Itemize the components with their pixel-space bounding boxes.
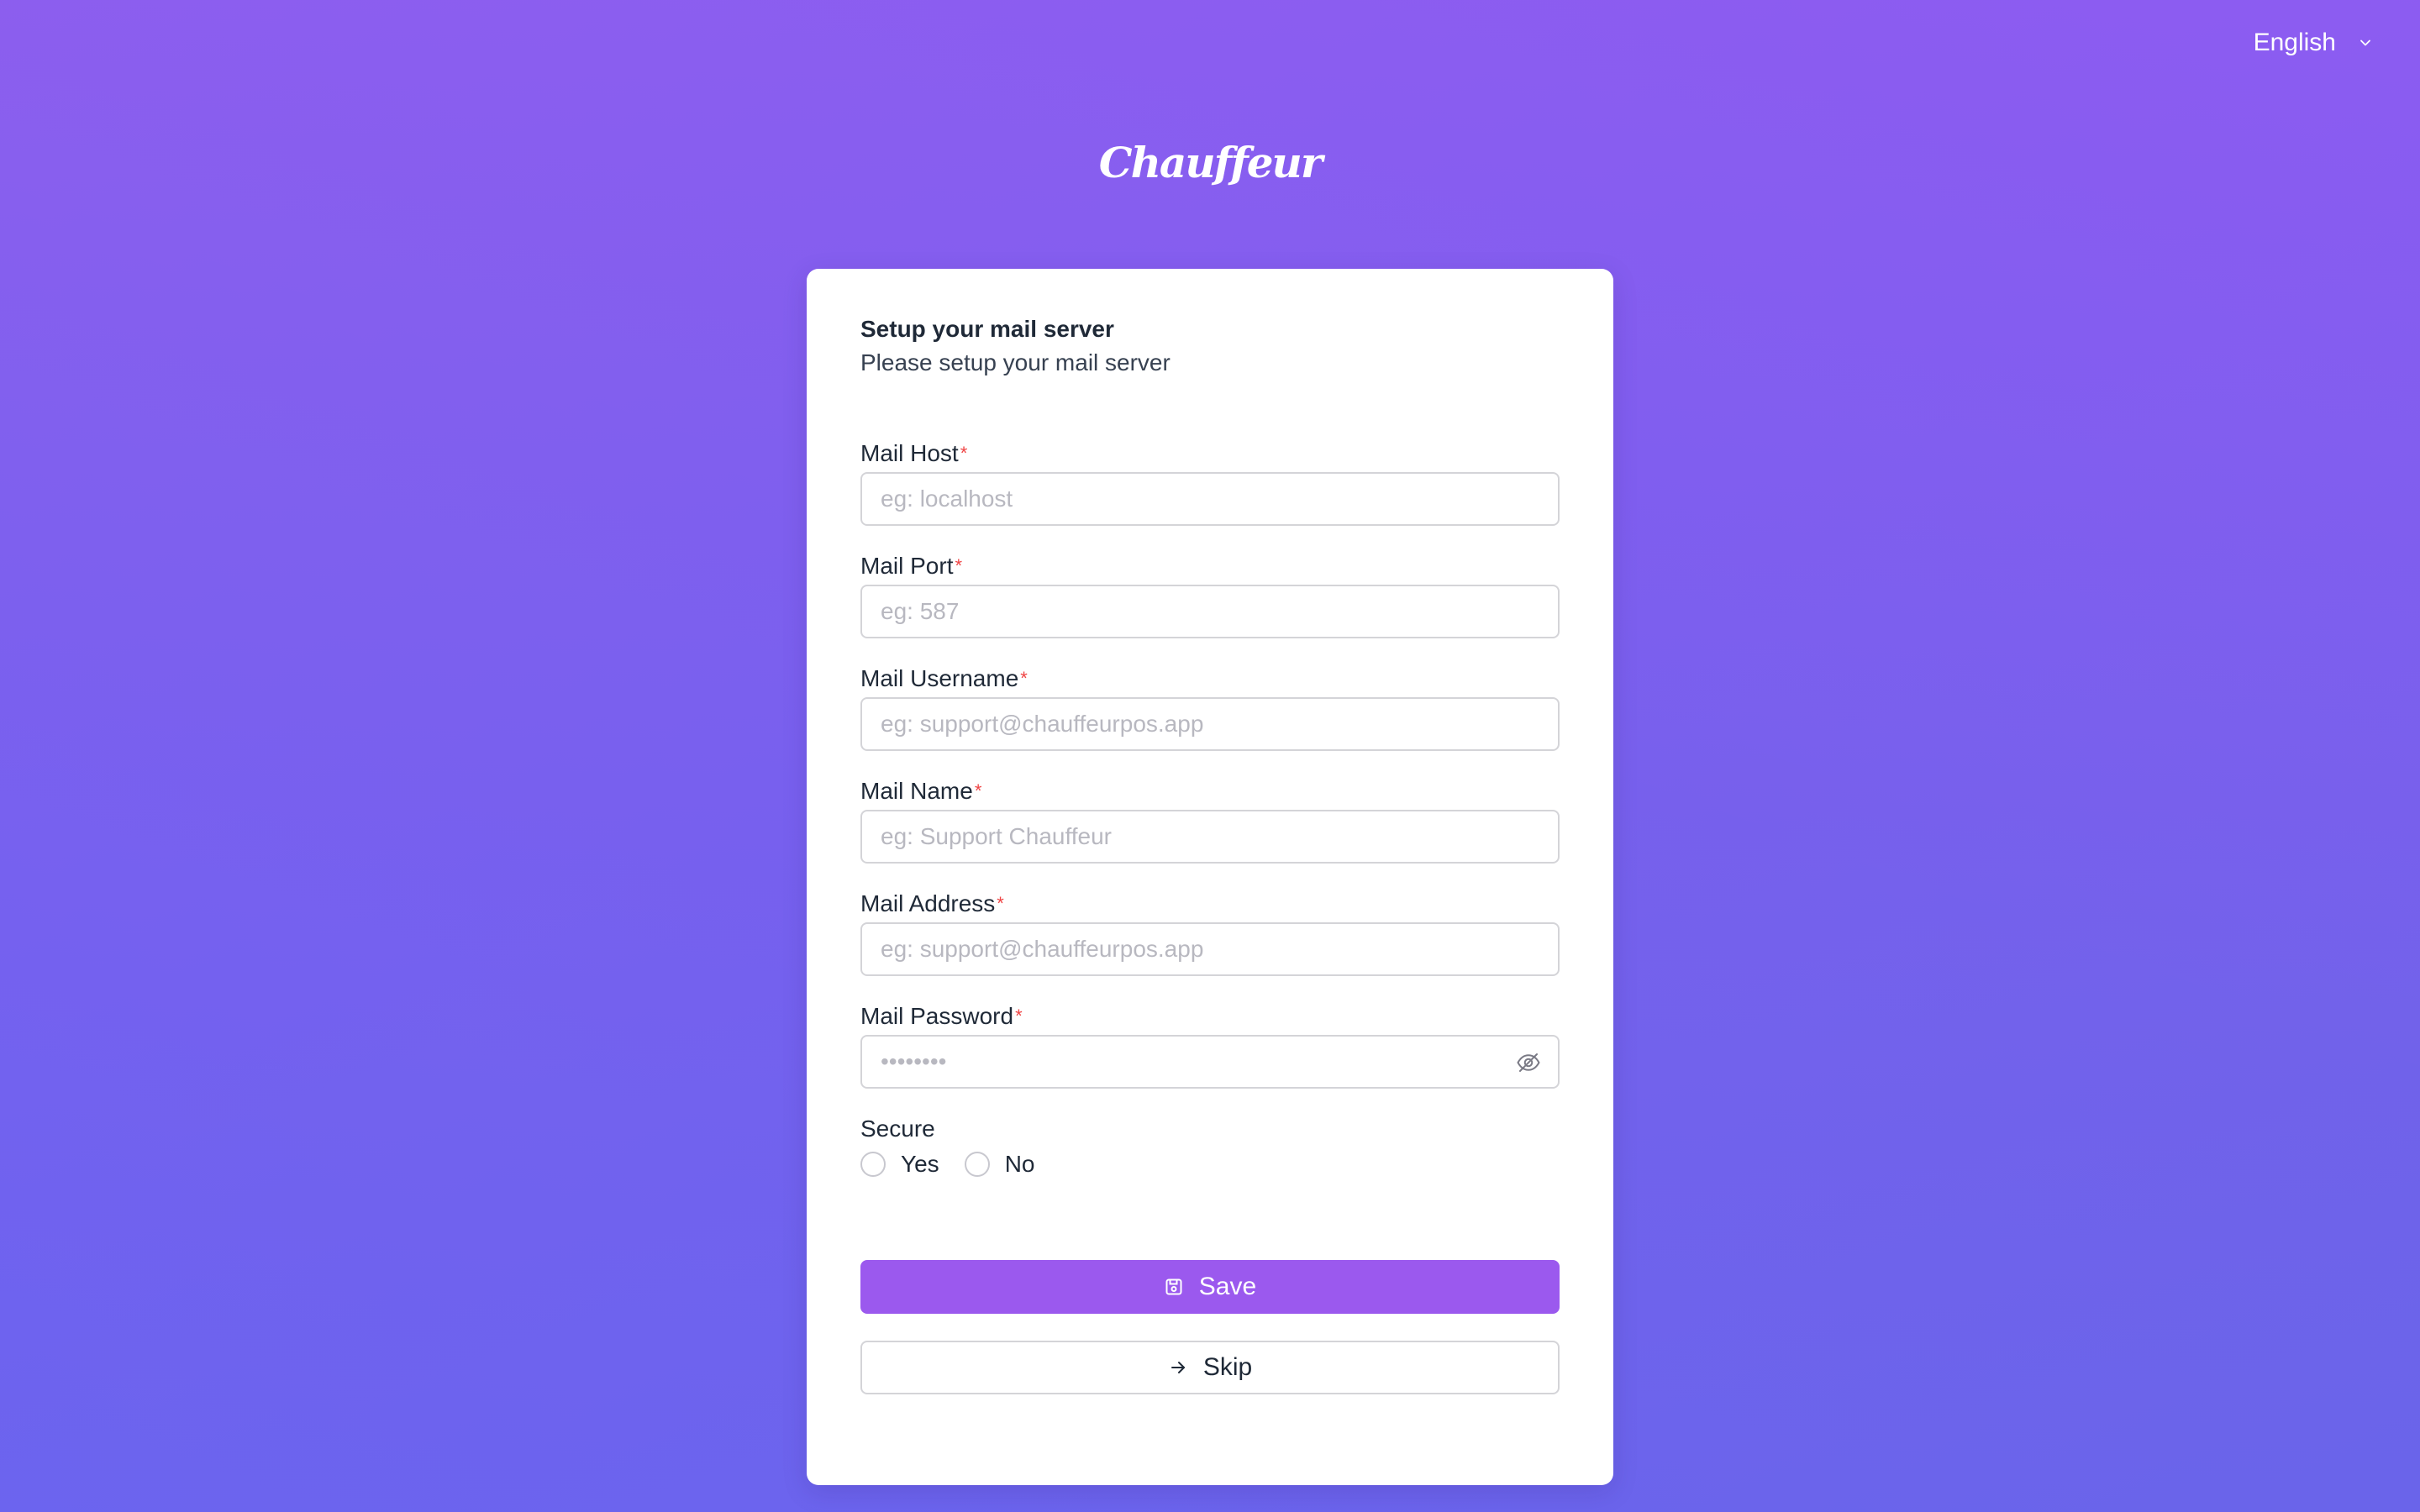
mail-host-label-text: Mail Host [860, 440, 959, 466]
mail-password-field: Mail Password* [860, 1001, 1560, 1089]
language-label: English [2253, 29, 2336, 56]
required-marker: * [1015, 1005, 1023, 1026]
setup-card: Setup your mail server Please setup your… [807, 269, 1613, 1485]
secure-no-radio[interactable]: No [964, 1151, 1035, 1178]
save-button[interactable]: Save [860, 1260, 1560, 1314]
skip-button[interactable]: Skip [860, 1341, 1560, 1394]
mail-port-input[interactable] [860, 585, 1560, 638]
save-button-label: Save [1198, 1273, 1257, 1300]
mail-address-label: Mail Address* [860, 889, 1560, 919]
required-marker: * [955, 555, 963, 576]
mail-host-input[interactable] [860, 472, 1560, 526]
secure-label: Secure [860, 1116, 935, 1142]
secure-no-label: No [1004, 1151, 1035, 1177]
mail-name-label: Mail Name* [860, 776, 1560, 806]
mail-username-label: Mail Username* [860, 664, 1560, 694]
secure-group: Secure Yes No [860, 1114, 1560, 1178]
mail-password-input[interactable] [860, 1035, 1560, 1089]
mail-host-label: Mail Host* [860, 438, 1560, 469]
mail-server-form: Mail Host* Mail Port* Mail Username* Mai… [860, 438, 1560, 1394]
mail-host-field: Mail Host* [860, 438, 1560, 526]
mail-port-input-wrap [860, 585, 1560, 638]
mail-name-label-text: Mail Name [860, 778, 973, 804]
mail-name-input-wrap [860, 810, 1560, 864]
language-selector[interactable]: English [2254, 29, 2371, 57]
mail-password-label: Mail Password* [860, 1001, 1560, 1032]
app-logo: Chauffeur [0, 138, 2420, 187]
mail-address-input-wrap [860, 922, 1560, 976]
mail-name-input[interactable] [860, 810, 1560, 864]
secure-yes-radio[interactable]: Yes [860, 1151, 939, 1178]
mail-name-field: Mail Name* [860, 776, 1560, 864]
logo-text: Chauffeur [1098, 138, 1323, 187]
card-subtitle: Please setup your mail server [860, 349, 1171, 375]
mail-password-label-text: Mail Password [860, 1003, 1014, 1029]
mail-address-label-text: Mail Address [860, 890, 996, 916]
secure-radio-group: Yes No [860, 1151, 1560, 1178]
card-title: Setup your mail server [860, 316, 1114, 342]
mail-port-label-text: Mail Port [860, 553, 954, 579]
radio-circle[interactable] [964, 1152, 990, 1177]
arrow-right-icon [1171, 1362, 1185, 1373]
mail-username-field: Mail Username* [860, 664, 1560, 751]
required-marker: * [1020, 668, 1028, 689]
mail-address-field: Mail Address* [860, 889, 1560, 976]
skip-button-label: Skip [1202, 1353, 1253, 1381]
floppy-disk-icon [1165, 1278, 1182, 1295]
chevron-down-icon [2360, 39, 2370, 46]
radio-circle[interactable] [860, 1152, 886, 1177]
mail-address-input[interactable] [860, 922, 1560, 976]
required-marker: * [974, 780, 982, 801]
mail-username-input-wrap [860, 697, 1560, 751]
mail-host-input-wrap [860, 472, 1560, 526]
secure-yes-label: Yes [901, 1151, 939, 1177]
required-marker: * [960, 443, 968, 464]
mail-port-label: Mail Port* [860, 551, 1560, 581]
mail-username-label-text: Mail Username [860, 665, 1019, 691]
eye-off-icon[interactable] [1516, 1050, 1541, 1075]
required-marker: * [997, 893, 1004, 914]
mail-username-input[interactable] [860, 697, 1560, 751]
mail-password-input-wrap [860, 1035, 1560, 1089]
mail-port-field: Mail Port* [860, 551, 1560, 638]
